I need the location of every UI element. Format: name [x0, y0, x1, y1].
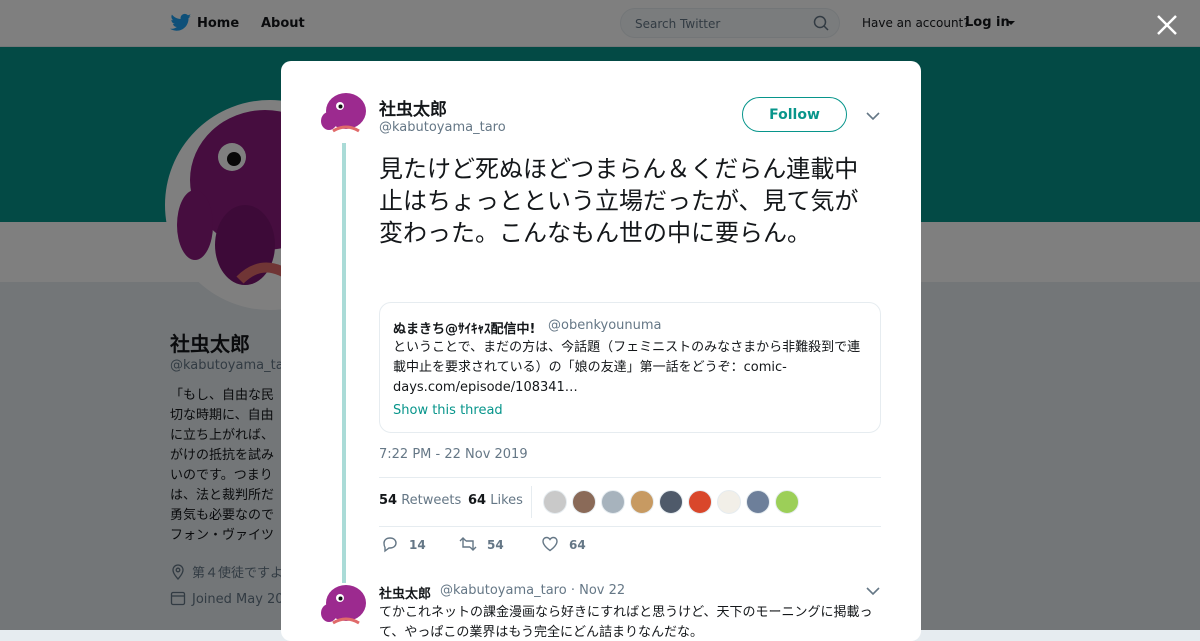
liker-avatar[interactable]	[688, 490, 712, 514]
retweet-count: 54	[487, 538, 504, 552]
retweet-stat-count: 54	[379, 493, 398, 508]
liker-avatar[interactable]	[717, 490, 741, 514]
reply-chevron-down-icon[interactable]	[866, 586, 880, 596]
liker-avatar[interactable]	[659, 490, 683, 514]
reply-author-name[interactable]: 社虫太郎	[379, 583, 431, 602]
like-stat[interactable]: 64 Likes	[468, 493, 523, 508]
retweet-stat[interactable]: 54 Retweets	[379, 493, 461, 508]
like-count: 64	[569, 538, 586, 552]
quoted-tweet-text: ということで、まだの方は、今話題（フェミニストのみなさまから非難殺到で連載中止を…	[393, 340, 861, 395]
reply-text: てかこれネットの課金漫画なら好きにすればと思うけど、天下のモーニングに掲載って、…	[379, 605, 873, 640]
liker-avatar[interactable]	[572, 490, 596, 514]
quoted-author-handle: @obenkyounuma	[548, 318, 662, 333]
reply-author-meta[interactable]: @kabutoyama_taro · Nov 22	[440, 583, 625, 598]
author-handle[interactable]: @kabutoyama_taro	[379, 120, 506, 135]
heart-icon[interactable]	[541, 535, 559, 553]
like-stat-label: Likes	[490, 493, 523, 508]
author-name[interactable]: 社虫太郎	[379, 95, 447, 120]
liker-avatar[interactable]	[543, 490, 567, 514]
chevron-down-icon[interactable]	[866, 111, 880, 121]
author-avatar[interactable]	[319, 91, 371, 137]
reply-date[interactable]: · Nov 22	[571, 583, 625, 598]
tweet-modal: 社虫太郎 @kabutoyama_taro Follow 見たけど死ぬほどつまら…	[281, 61, 921, 641]
thread-connector	[342, 143, 346, 583]
reply-count: 14	[409, 538, 426, 552]
reply-icon[interactable]	[381, 535, 399, 553]
liker-avatar[interactable]	[630, 490, 654, 514]
like-stat-count: 64	[468, 493, 487, 508]
liker-avatar[interactable]	[746, 490, 770, 514]
tweet-actions: 14 54 64	[381, 533, 881, 557]
follow-button[interactable]: Follow	[742, 97, 847, 132]
reply-author-handle: @kabutoyama_taro	[440, 583, 567, 598]
reply-author-avatar[interactable]	[319, 583, 371, 629]
tweet-stats: 54 Retweets 64 Likes	[379, 477, 881, 527]
retweet-icon[interactable]	[459, 535, 477, 553]
tweet-text: 見たけど死ぬほどつまらん＆くだらん連載中止はちょっとという立場だったが、見て気が…	[379, 155, 859, 247]
quoted-author-name: ぬまきち@ｻｲｷｬｽ配信中!	[393, 322, 536, 337]
close-icon[interactable]	[1155, 13, 1179, 37]
stats-divider	[531, 486, 532, 518]
retweet-stat-label: Retweets	[401, 493, 462, 508]
quoted-tweet[interactable]: ぬまきち@ｻｲｷｬｽ配信中! @obenkyounuma ということで、まだの方…	[379, 302, 881, 433]
show-thread-link[interactable]: Show this thread	[393, 403, 503, 418]
liker-avatar[interactable]	[601, 490, 625, 514]
tweet-timestamp[interactable]: 7:22 PM - 22 Nov 2019	[379, 447, 528, 462]
liker-avatar[interactable]	[775, 490, 799, 514]
